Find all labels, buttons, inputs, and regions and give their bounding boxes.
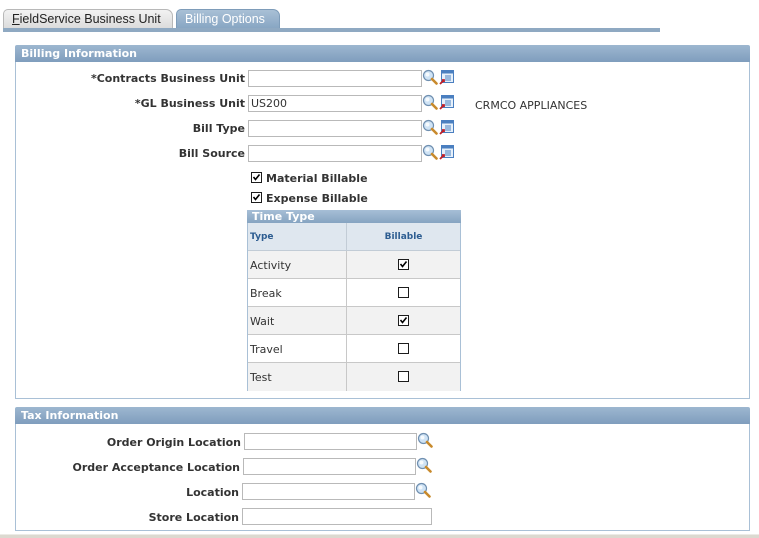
checkmark-icon xyxy=(399,261,408,268)
time-type-cell: Activity xyxy=(250,259,292,272)
bill-source-label: Bill Source xyxy=(178,147,245,160)
lookup-icon[interactable] xyxy=(422,144,438,160)
lookup-icon[interactable] xyxy=(417,432,433,448)
store-location-input[interactable] xyxy=(242,508,432,525)
material-billable-label: Material Billable xyxy=(266,172,368,185)
contracts-business-unit-label: *Contracts Business Unit xyxy=(90,72,245,85)
bill-type-label: Bill Type xyxy=(192,122,245,135)
location-input[interactable] xyxy=(242,483,415,500)
column-divider xyxy=(346,279,347,306)
page-bottom-divider xyxy=(0,534,759,538)
tab-fieldservice-business-unit[interactable]: FieldService Business Unit xyxy=(3,9,173,28)
tax-information-header: Tax Information xyxy=(15,407,750,424)
time-type-cell: Travel xyxy=(250,343,283,356)
lookup-icon[interactable] xyxy=(422,119,438,135)
grid-row: Travel xyxy=(248,335,460,363)
checkmark-icon xyxy=(252,174,261,181)
time-type-cell: Break xyxy=(250,287,282,300)
lookup-icon[interactable] xyxy=(422,69,438,85)
column-divider xyxy=(346,363,347,391)
grid-row: Break xyxy=(248,279,460,307)
order-acceptance-location-label: Order Acceptance Location xyxy=(72,461,240,474)
gl-business-unit-description: CRMCO APPLIANCES xyxy=(475,99,588,112)
prompt-detail-icon[interactable] xyxy=(439,94,455,110)
location-label: Location xyxy=(186,486,239,499)
lookup-icon[interactable] xyxy=(415,482,431,498)
time-type-cell: Wait xyxy=(250,315,275,328)
tab-billing-options[interactable]: Billing Options xyxy=(176,9,280,28)
billable-checkbox[interactable] xyxy=(398,315,409,326)
lookup-icon[interactable] xyxy=(422,94,438,110)
prompt-detail-icon[interactable] xyxy=(439,69,455,85)
checkmark-icon xyxy=(252,194,261,201)
billable-checkbox[interactable] xyxy=(398,259,409,270)
grid-row: Test xyxy=(248,363,460,391)
column-divider xyxy=(346,251,347,278)
expense-billable-label: Expense Billable xyxy=(266,192,368,205)
billable-checkbox[interactable] xyxy=(398,371,409,382)
bill-type-input[interactable] xyxy=(248,120,422,137)
bill-source-input[interactable] xyxy=(248,145,422,162)
checkmark-icon xyxy=(399,317,408,324)
expense-billable-checkbox[interactable] xyxy=(251,192,262,203)
prompt-detail-icon[interactable] xyxy=(439,144,455,160)
material-billable-checkbox[interactable] xyxy=(251,172,262,183)
grid-row: Wait xyxy=(248,307,460,335)
grid-row: Activity xyxy=(248,251,460,279)
tab-label: ieldService Business Unit xyxy=(19,12,161,26)
column-divider xyxy=(346,307,347,334)
time-type-title: Time Type xyxy=(247,210,461,223)
gl-business-unit-label: *GL Business Unit xyxy=(134,97,245,110)
store-location-label: Store Location xyxy=(148,511,239,524)
billable-checkbox[interactable] xyxy=(398,287,409,298)
order-acceptance-location-input[interactable] xyxy=(243,458,416,475)
contracts-business-unit-input[interactable] xyxy=(248,70,422,87)
lookup-icon[interactable] xyxy=(416,457,432,473)
time-type-cell: Test xyxy=(250,371,272,384)
prompt-detail-icon[interactable] xyxy=(439,119,455,135)
billable-checkbox[interactable] xyxy=(398,343,409,354)
column-header-billable[interactable]: Billable xyxy=(347,232,460,242)
order-origin-location-input[interactable] xyxy=(244,433,417,450)
grid-header-row: Type Billable xyxy=(248,223,460,251)
order-origin-location-label: Order Origin Location xyxy=(106,436,241,449)
column-divider xyxy=(346,335,347,362)
column-header-type[interactable]: Type xyxy=(250,232,273,242)
tab-label: Billing Options xyxy=(185,12,265,26)
tab-underline xyxy=(3,28,660,32)
tab-accel-key: F xyxy=(12,12,20,26)
gl-business-unit-input[interactable] xyxy=(248,95,422,112)
billing-information-header: Billing Information xyxy=(15,45,750,62)
time-type-grid: Time Type Type Billable Activity Break Wai… xyxy=(247,210,461,391)
